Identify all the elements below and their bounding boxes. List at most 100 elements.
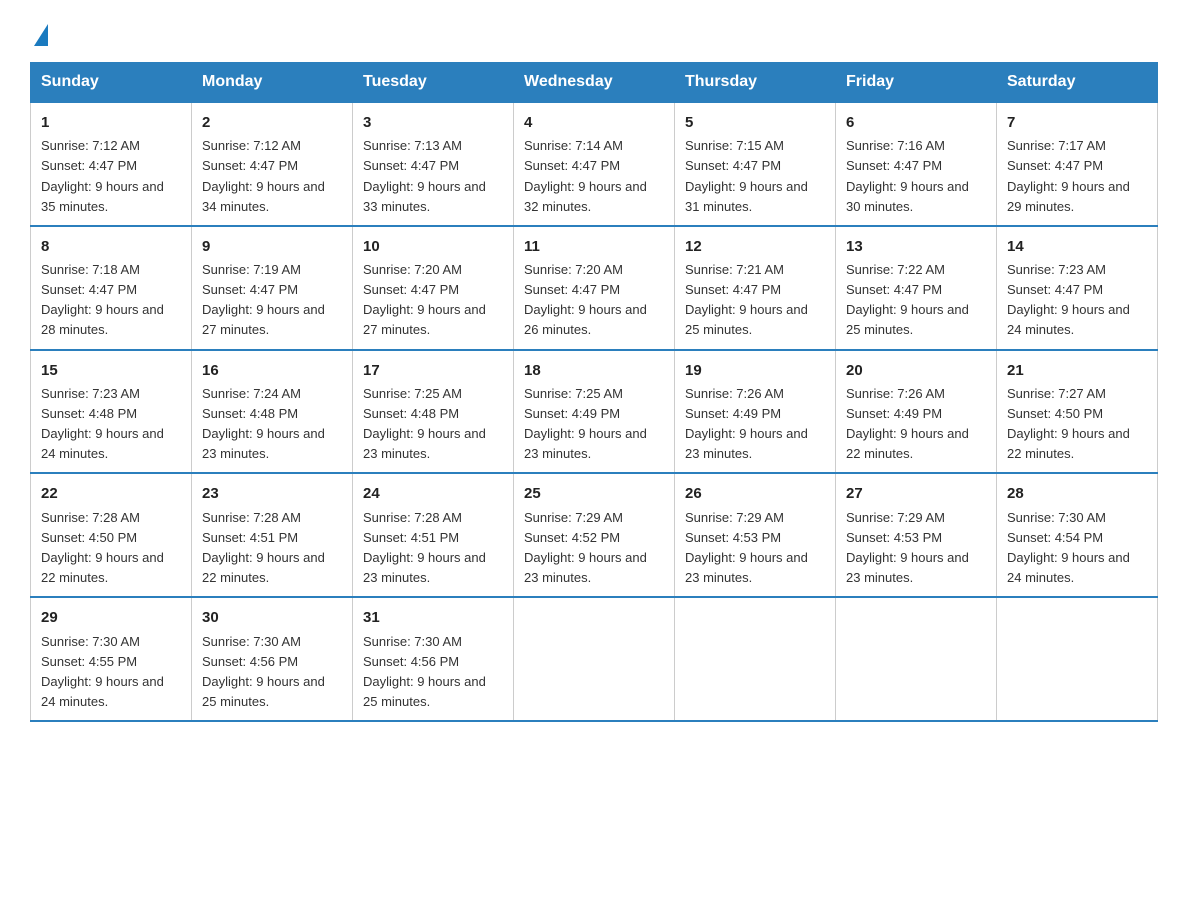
day-number: 7 xyxy=(1007,111,1147,134)
day-cell xyxy=(514,597,675,721)
day-cell: 9Sunrise: 7:19 AMSunset: 4:47 PMDaylight… xyxy=(192,226,353,350)
day-number: 13 xyxy=(846,235,986,258)
day-cell: 21Sunrise: 7:27 AMSunset: 4:50 PMDayligh… xyxy=(997,350,1158,474)
day-number: 14 xyxy=(1007,235,1147,258)
day-cell: 11Sunrise: 7:20 AMSunset: 4:47 PMDayligh… xyxy=(514,226,675,350)
day-cell: 27 Sunrise: 7:29 AMSunset: 4:53 PMDayligh… xyxy=(836,473,997,597)
day-cell xyxy=(836,597,997,721)
day-info: Sunrise: 7:14 AMSunset: 4:47 PMDaylight:… xyxy=(524,136,664,217)
day-info: Sunrise: 7:22 AMSunset: 4:47 PMDaylight:… xyxy=(846,260,986,341)
day-info: Sunrise: 7:16 AMSunset: 4:47 PMDaylight:… xyxy=(846,136,986,217)
day-info: Sunrise: 7:18 AMSunset: 4:47 PMDaylight:… xyxy=(41,260,181,341)
day-cell: 26 Sunrise: 7:29 AMSunset: 4:53 PMDayligh… xyxy=(675,473,836,597)
day-info: Sunrise: 7:29 AMSunset: 4:53 PMDaylight:… xyxy=(846,508,986,589)
header-cell-saturday: Saturday xyxy=(997,63,1158,103)
day-info: Sunrise: 7:23 AMSunset: 4:48 PMDaylight:… xyxy=(41,384,181,465)
day-number: 29 xyxy=(41,606,181,629)
day-number: 19 xyxy=(685,359,825,382)
day-cell: 18Sunrise: 7:25 AMSunset: 4:49 PMDayligh… xyxy=(514,350,675,474)
day-info: Sunrise: 7:28 AMSunset: 4:50 PMDaylight:… xyxy=(41,508,181,589)
day-info: Sunrise: 7:25 AMSunset: 4:49 PMDaylight:… xyxy=(524,384,664,465)
header-cell-friday: Friday xyxy=(836,63,997,103)
day-number: 20 xyxy=(846,359,986,382)
day-number: 9 xyxy=(202,235,342,258)
day-info: Sunrise: 7:20 AMSunset: 4:47 PMDaylight:… xyxy=(524,260,664,341)
week-row-4: 22 Sunrise: 7:28 AMSunset: 4:50 PMDayligh… xyxy=(31,473,1158,597)
logo-triangle-icon xyxy=(34,24,48,46)
day-cell xyxy=(675,597,836,721)
day-cell: 25 Sunrise: 7:29 AMSunset: 4:52 PMDayligh… xyxy=(514,473,675,597)
day-cell: 22 Sunrise: 7:28 AMSunset: 4:50 PMDayligh… xyxy=(31,473,192,597)
day-number: 21 xyxy=(1007,359,1147,382)
day-info: Sunrise: 7:12 AMSunset: 4:47 PMDaylight:… xyxy=(202,136,342,217)
header-cell-tuesday: Tuesday xyxy=(353,63,514,103)
calendar-table: SundayMondayTuesdayWednesdayThursdayFrid… xyxy=(30,62,1158,722)
header-cell-monday: Monday xyxy=(192,63,353,103)
day-number: 2 xyxy=(202,111,342,134)
day-number: 12 xyxy=(685,235,825,258)
day-cell: 20Sunrise: 7:26 AMSunset: 4:49 PMDayligh… xyxy=(836,350,997,474)
day-number: 8 xyxy=(41,235,181,258)
day-cell: 5Sunrise: 7:15 AMSunset: 4:47 PMDaylight… xyxy=(675,102,836,226)
day-info: Sunrise: 7:30 AMSunset: 4:56 PMDaylight:… xyxy=(363,632,503,713)
day-number: 11 xyxy=(524,235,664,258)
day-info: Sunrise: 7:29 AMSunset: 4:52 PMDaylight:… xyxy=(524,508,664,589)
day-cell: 13Sunrise: 7:22 AMSunset: 4:47 PMDayligh… xyxy=(836,226,997,350)
day-cell: 6Sunrise: 7:16 AMSunset: 4:47 PMDaylight… xyxy=(836,102,997,226)
day-number: 27 xyxy=(846,482,986,505)
day-number: 25 xyxy=(524,482,664,505)
day-number: 26 xyxy=(685,482,825,505)
day-cell: 10Sunrise: 7:20 AMSunset: 4:47 PMDayligh… xyxy=(353,226,514,350)
day-cell: 19Sunrise: 7:26 AMSunset: 4:49 PMDayligh… xyxy=(675,350,836,474)
day-info: Sunrise: 7:13 AMSunset: 4:47 PMDaylight:… xyxy=(363,136,503,217)
day-cell: 3Sunrise: 7:13 AMSunset: 4:47 PMDaylight… xyxy=(353,102,514,226)
day-cell: 1Sunrise: 7:12 AMSunset: 4:47 PMDaylight… xyxy=(31,102,192,226)
day-cell: 7Sunrise: 7:17 AMSunset: 4:47 PMDaylight… xyxy=(997,102,1158,226)
day-info: Sunrise: 7:30 AMSunset: 4:54 PMDaylight:… xyxy=(1007,508,1147,589)
day-info: Sunrise: 7:17 AMSunset: 4:47 PMDaylight:… xyxy=(1007,136,1147,217)
day-number: 4 xyxy=(524,111,664,134)
day-info: Sunrise: 7:20 AMSunset: 4:47 PMDaylight:… xyxy=(363,260,503,341)
week-row-3: 15Sunrise: 7:23 AMSunset: 4:48 PMDayligh… xyxy=(31,350,1158,474)
day-number: 16 xyxy=(202,359,342,382)
day-info: Sunrise: 7:30 AMSunset: 4:55 PMDaylight:… xyxy=(41,632,181,713)
day-info: Sunrise: 7:15 AMSunset: 4:47 PMDaylight:… xyxy=(685,136,825,217)
day-cell: 4Sunrise: 7:14 AMSunset: 4:47 PMDaylight… xyxy=(514,102,675,226)
day-cell: 16Sunrise: 7:24 AMSunset: 4:48 PMDayligh… xyxy=(192,350,353,474)
day-number: 18 xyxy=(524,359,664,382)
day-number: 5 xyxy=(685,111,825,134)
header-cell-wednesday: Wednesday xyxy=(514,63,675,103)
day-info: Sunrise: 7:21 AMSunset: 4:47 PMDaylight:… xyxy=(685,260,825,341)
week-row-5: 29 Sunrise: 7:30 AMSunset: 4:55 PMDayligh… xyxy=(31,597,1158,721)
day-info: Sunrise: 7:27 AMSunset: 4:50 PMDaylight:… xyxy=(1007,384,1147,465)
day-info: Sunrise: 7:19 AMSunset: 4:47 PMDaylight:… xyxy=(202,260,342,341)
day-number: 23 xyxy=(202,482,342,505)
day-cell: 12Sunrise: 7:21 AMSunset: 4:47 PMDayligh… xyxy=(675,226,836,350)
day-cell xyxy=(997,597,1158,721)
day-info: Sunrise: 7:29 AMSunset: 4:53 PMDaylight:… xyxy=(685,508,825,589)
week-row-2: 8Sunrise: 7:18 AMSunset: 4:47 PMDaylight… xyxy=(31,226,1158,350)
day-cell: 28 Sunrise: 7:30 AMSunset: 4:54 PMDayligh… xyxy=(997,473,1158,597)
day-number: 28 xyxy=(1007,482,1147,505)
day-info: Sunrise: 7:24 AMSunset: 4:48 PMDaylight:… xyxy=(202,384,342,465)
day-info: Sunrise: 7:28 AMSunset: 4:51 PMDaylight:… xyxy=(363,508,503,589)
day-cell: 14Sunrise: 7:23 AMSunset: 4:47 PMDayligh… xyxy=(997,226,1158,350)
day-number: 30 xyxy=(202,606,342,629)
day-info: Sunrise: 7:28 AMSunset: 4:51 PMDaylight:… xyxy=(202,508,342,589)
day-info: Sunrise: 7:26 AMSunset: 4:49 PMDaylight:… xyxy=(846,384,986,465)
day-cell: 23 Sunrise: 7:28 AMSunset: 4:51 PMDayligh… xyxy=(192,473,353,597)
logo xyxy=(30,20,48,42)
header-cell-thursday: Thursday xyxy=(675,63,836,103)
header-cell-sunday: Sunday xyxy=(31,63,192,103)
day-cell: 2Sunrise: 7:12 AMSunset: 4:47 PMDaylight… xyxy=(192,102,353,226)
day-cell: 30Sunrise: 7:30 AMSunset: 4:56 PMDayligh… xyxy=(192,597,353,721)
day-number: 3 xyxy=(363,111,503,134)
day-info: Sunrise: 7:25 AMSunset: 4:48 PMDaylight:… xyxy=(363,384,503,465)
day-number: 10 xyxy=(363,235,503,258)
page-header xyxy=(30,20,1158,42)
day-cell: 31 Sunrise: 7:30 AMSunset: 4:56 PMDayligh… xyxy=(353,597,514,721)
day-info: Sunrise: 7:12 AMSunset: 4:47 PMDaylight:… xyxy=(41,136,181,217)
day-number: 31 xyxy=(363,606,503,629)
day-number: 22 xyxy=(41,482,181,505)
day-info: Sunrise: 7:23 AMSunset: 4:47 PMDaylight:… xyxy=(1007,260,1147,341)
